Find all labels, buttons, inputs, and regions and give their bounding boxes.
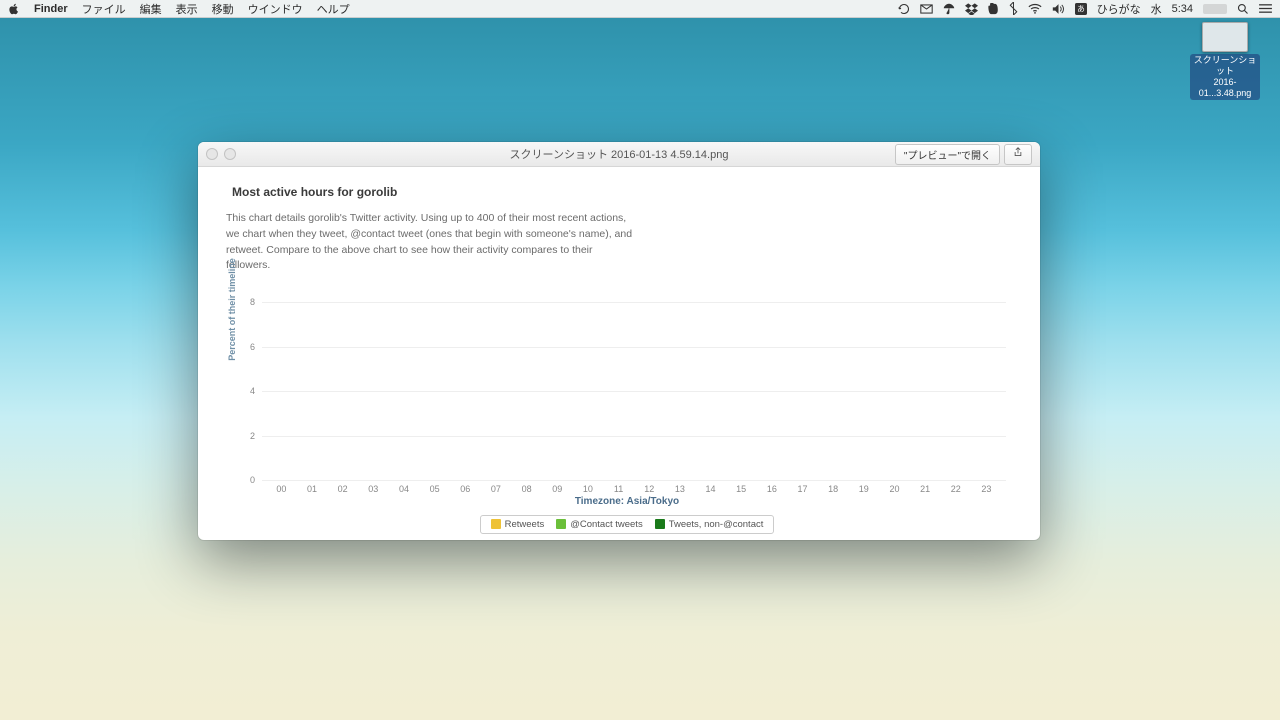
x-tick: 21: [910, 484, 940, 494]
volume-icon[interactable]: [1052, 3, 1065, 15]
y-tick: 4: [250, 386, 255, 396]
chart-title: Most active hours for gorolib: [232, 185, 1012, 199]
x-tick: 13: [665, 484, 695, 494]
x-tick: 16: [757, 484, 787, 494]
svg-text:あ: あ: [1077, 4, 1085, 13]
x-tick: 23: [971, 484, 1001, 494]
dropbox-icon[interactable]: [965, 3, 978, 15]
x-tick: 09: [542, 484, 572, 494]
x-tick: 19: [849, 484, 879, 494]
clock-time[interactable]: 5:34: [1172, 3, 1193, 15]
menu-view[interactable]: 表示: [176, 1, 198, 17]
x-tick: 20: [879, 484, 909, 494]
evernote-icon[interactable]: [988, 3, 999, 15]
window-title: スクリーンショット 2016-01-13 4.59.14.png: [198, 146, 1040, 162]
x-tick: 14: [696, 484, 726, 494]
spotlight-icon[interactable]: [1237, 3, 1249, 15]
x-tick: 01: [297, 484, 327, 494]
notification-center-icon[interactable]: [1259, 3, 1272, 14]
x-tick: 04: [389, 484, 419, 494]
x-tick: 12: [634, 484, 664, 494]
y-tick: 6: [250, 342, 255, 352]
x-tick: 05: [420, 484, 450, 494]
x-tick: 03: [358, 484, 388, 494]
quicklook-window: スクリーンショット 2016-01-13 4.59.14.png "プレビュー"…: [198, 142, 1040, 540]
x-tick: 10: [573, 484, 603, 494]
sync-icon[interactable]: [898, 3, 910, 15]
x-tick: 06: [450, 484, 480, 494]
x-tick: 22: [941, 484, 971, 494]
x-tick: 17: [787, 484, 817, 494]
plot-area: 02468: [262, 280, 1006, 481]
mail-icon[interactable]: [920, 3, 933, 15]
umbrella-icon[interactable]: [943, 3, 955, 15]
menu-app-name[interactable]: Finder: [34, 3, 68, 15]
legend-item-tweets: Tweets, non-@contact: [655, 519, 764, 530]
file-thumbnail-icon: [1202, 22, 1248, 52]
x-tick: 18: [818, 484, 848, 494]
y-tick: 2: [250, 431, 255, 441]
menu-file[interactable]: ファイル: [82, 1, 126, 17]
x-tick: 00: [266, 484, 296, 494]
x-axis-ticks: 0001020304050607080910111213141516171819…: [262, 484, 1006, 494]
legend: Retweets @Contact tweets Tweets, non-@co…: [248, 515, 1006, 534]
bluetooth-icon[interactable]: [1009, 2, 1018, 15]
input-method-icon[interactable]: あ: [1075, 3, 1087, 15]
x-tick: 02: [328, 484, 358, 494]
chart: Percent of their timeline 02468 00010203…: [248, 280, 1006, 534]
desktop-file[interactable]: スクリーンショット2016-01...3.48.png: [1190, 22, 1260, 100]
legend-item-retweets: Retweets: [491, 519, 545, 530]
chart-description: This chart details gorolib's Twitter act…: [226, 211, 636, 274]
x-tick: 11: [604, 484, 634, 494]
input-method-label[interactable]: ひらがな: [1097, 1, 1141, 17]
desktop: Finder ファイル 編集 表示 移動 ウインドウ ヘルプ あ ひらがな 水 …: [0, 0, 1280, 720]
menu-window[interactable]: ウインドウ: [248, 1, 303, 17]
x-axis-label: Timezone: Asia/Tokyo: [248, 496, 1006, 507]
menu-edit[interactable]: 編集: [140, 1, 162, 17]
x-tick: 07: [481, 484, 511, 494]
legend-item-contact: @Contact tweets: [556, 519, 642, 530]
menu-help[interactable]: ヘルプ: [317, 1, 350, 17]
x-tick: 08: [512, 484, 542, 494]
apple-icon[interactable]: [8, 3, 20, 15]
y-tick: 8: [250, 297, 255, 307]
file-label: スクリーンショット2016-01...3.48.png: [1190, 54, 1260, 100]
menu-go[interactable]: 移動: [212, 1, 234, 17]
y-tick: 0: [250, 475, 255, 485]
y-axis-label: Percent of their timeline: [227, 258, 237, 361]
wifi-icon[interactable]: [1028, 3, 1042, 14]
window-content: Most active hours for gorolib This chart…: [198, 167, 1040, 544]
menubar: Finder ファイル 編集 表示 移動 ウインドウ ヘルプ あ ひらがな 水 …: [0, 0, 1280, 18]
x-tick: 15: [726, 484, 756, 494]
user-icon[interactable]: [1203, 4, 1227, 14]
titlebar[interactable]: スクリーンショット 2016-01-13 4.59.14.png "プレビュー"…: [198, 142, 1040, 167]
clock-day[interactable]: 水: [1151, 1, 1162, 17]
